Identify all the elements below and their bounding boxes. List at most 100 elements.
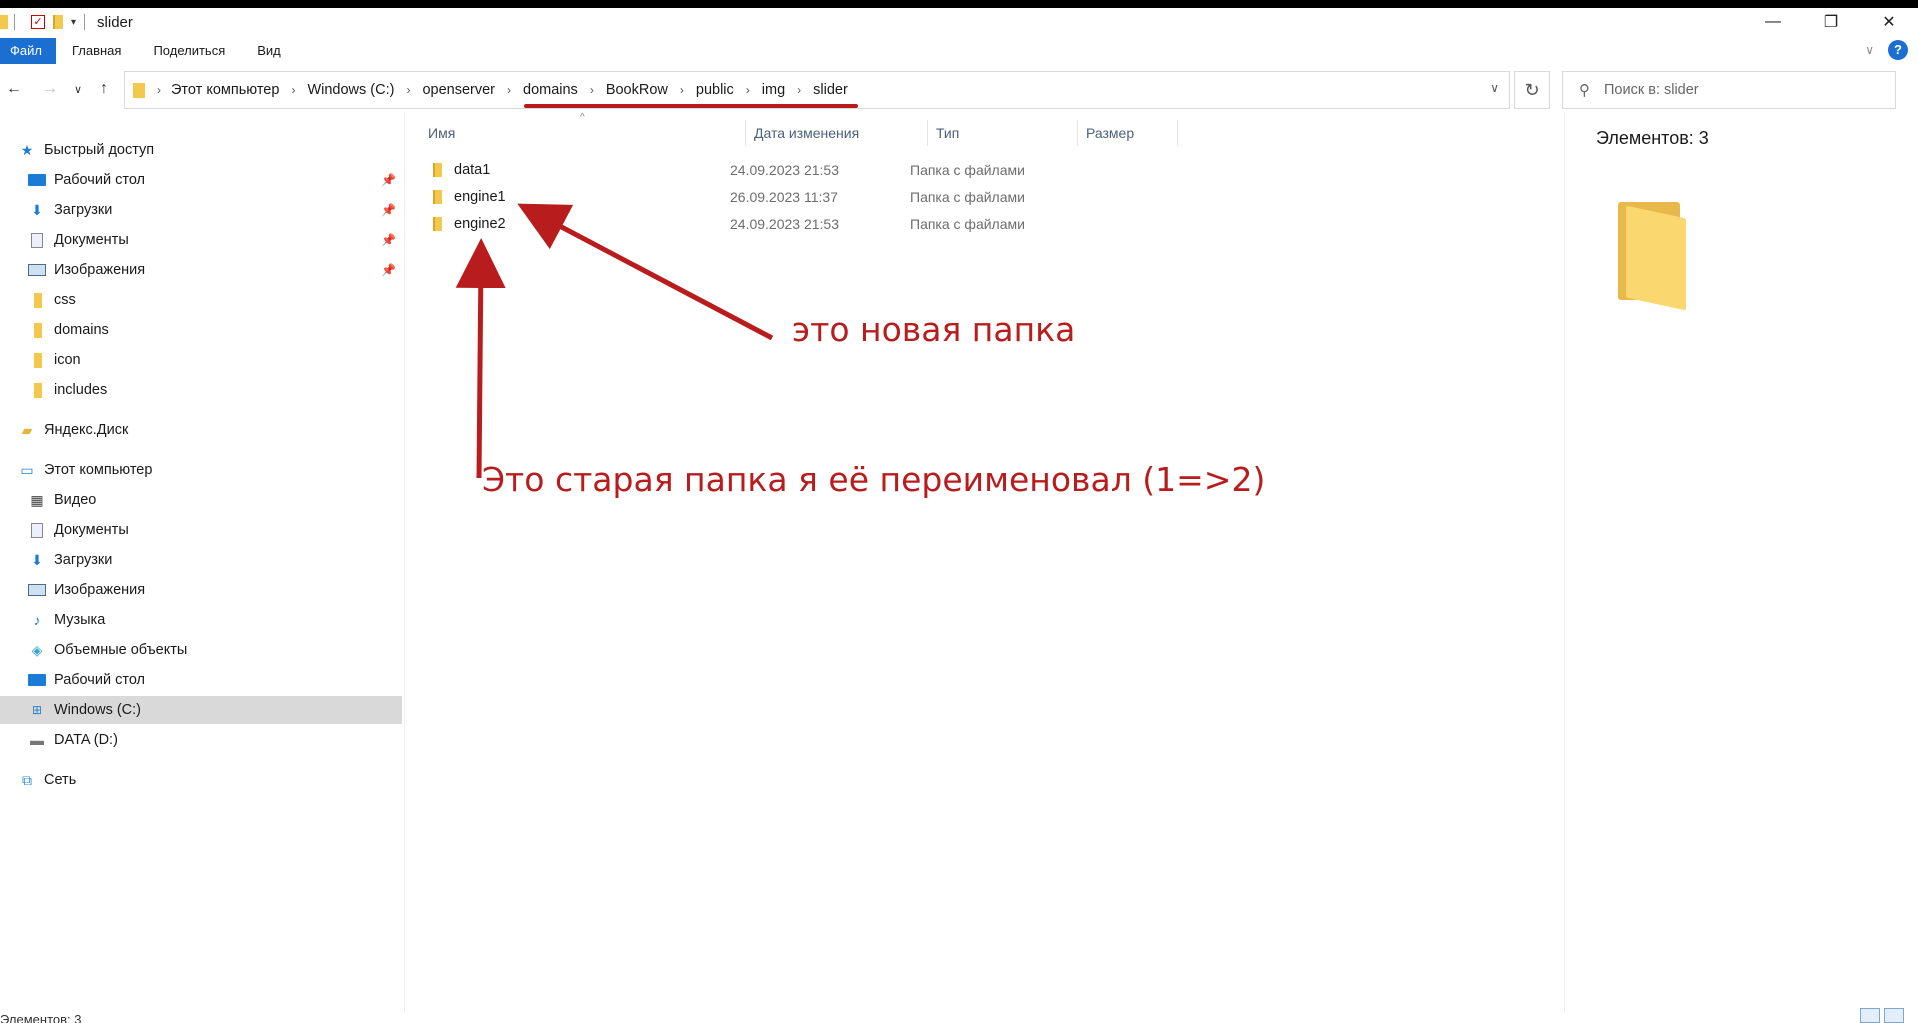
toolbar-divider (84, 14, 86, 30)
up-arrow-icon[interactable]: ↑ (100, 80, 108, 98)
sidebar-item-pictures[interactable]: Изображения 📌 (0, 256, 402, 284)
sidebar-item-pc-documents[interactable]: Документы (0, 516, 402, 544)
column-header-label: Размер (1086, 125, 1135, 141)
details-view-icon[interactable] (1860, 1008, 1880, 1023)
sidebar-item-label: Объемные объекты (54, 642, 188, 658)
tab-view[interactable]: Вид (241, 38, 297, 64)
breadcrumb-item[interactable]: openserver (422, 82, 495, 98)
pin-icon[interactable]: 📌 (381, 233, 396, 247)
sidebar-item-label: Рабочий стол (54, 172, 146, 188)
chevron-right-icon[interactable]: › (157, 83, 161, 97)
search-input[interactable] (1604, 82, 1864, 98)
pin-icon[interactable]: 📌 (381, 203, 396, 217)
yandex-disk-icon: ▰ (21, 421, 33, 438)
column-header-name[interactable]: Имя (428, 120, 746, 146)
sidebar-item-videos[interactable]: ▦ Видео (0, 486, 402, 514)
column-header-date[interactable]: Дата изменения (746, 120, 928, 146)
breadcrumb-item[interactable]: domains (523, 82, 578, 98)
breadcrumb: › Этот компьютер › Windows (C:) › opense… (153, 82, 848, 98)
column-divider[interactable] (1177, 120, 1178, 146)
details-pane-divider[interactable] (1564, 112, 1565, 1012)
large-icons-view-icon[interactable] (1884, 1008, 1904, 1023)
file-date: 24.09.2023 21:53 (730, 216, 839, 232)
breadcrumb-item[interactable]: Windows (C:) (307, 82, 394, 98)
sidebar-item-this-pc[interactable]: ▭ Этот компьютер (0, 456, 402, 484)
forward-arrow-icon[interactable]: → (42, 80, 58, 98)
help-button[interactable]: ? (1888, 40, 1908, 60)
file-type: Папка с файлами (910, 189, 1025, 205)
column-header-type[interactable]: Тип (928, 120, 1078, 146)
annotation-old-folder: Это старая папка я её переименовал (1=>2… (482, 460, 1266, 499)
sidebar-item-desktop[interactable]: Рабочий стол 📌 (0, 166, 402, 194)
breadcrumb-item[interactable]: BookRow (606, 82, 668, 98)
address-history-chevron-icon[interactable]: ∨ (1490, 81, 1499, 95)
sidebar-item-domains[interactable]: domains (0, 316, 402, 344)
breadcrumb-item[interactable]: slider (813, 82, 848, 98)
sidebar-item-label: Видео (54, 492, 97, 508)
sidebar-item-icon[interactable]: icon (0, 346, 402, 374)
breadcrumb-item[interactable]: public (696, 82, 734, 98)
sidebar-item-quick-access[interactable]: ★ Быстрый доступ (0, 136, 402, 164)
search-icon: ⚲ (1579, 82, 1590, 99)
sidebar-item-label: Windows (C:) (54, 702, 142, 718)
refresh-icon: ↻ (1524, 79, 1540, 100)
file-type: Папка с файлами (910, 216, 1025, 232)
chevron-right-icon[interactable]: › (680, 83, 684, 97)
folder-icon (34, 382, 42, 398)
folder-preview-icon (1618, 202, 1688, 311)
pane-divider[interactable] (404, 112, 405, 1012)
chevron-right-icon[interactable]: › (746, 83, 750, 97)
ribbon-right-controls: ∨ ? (1865, 40, 1908, 60)
recent-locations-chevron-icon[interactable]: ∨ (74, 83, 82, 96)
chevron-right-icon[interactable]: › (507, 83, 511, 97)
sidebar-item-css[interactable]: css (0, 286, 402, 314)
sidebar-item-documents[interactable]: Документы 📌 (0, 226, 402, 254)
chevron-right-icon[interactable]: › (406, 83, 410, 97)
back-arrow-icon[interactable]: ← (6, 80, 22, 98)
search-box[interactable]: ⚲ (1562, 71, 1896, 109)
sidebar-item-pc-pictures[interactable]: Изображения (0, 576, 402, 604)
breadcrumb-item[interactable]: img (762, 82, 785, 98)
file-row[interactable]: engine1 26.09.2023 11:37 Папка с файлами (428, 184, 1025, 210)
sidebar-item-includes[interactable]: includes (0, 376, 402, 404)
folder-icon (34, 352, 42, 368)
sidebar-item-3d-objects[interactable]: ◈ Объемные объекты (0, 636, 402, 664)
tab-home[interactable]: Главная (56, 38, 137, 64)
properties-icon[interactable]: ✓ (31, 15, 45, 29)
chevron-right-icon[interactable]: › (291, 83, 295, 97)
desktop-icon (28, 174, 46, 186)
sidebar-item-windows-c[interactable]: ⊞ Windows (C:) (0, 696, 402, 724)
file-row[interactable]: engine2 24.09.2023 21:53 Папка с файлами (428, 211, 1025, 237)
customize-toolbar-chevron-icon[interactable]: ▾ (71, 17, 76, 28)
sidebar-item-label: Сеть (44, 772, 77, 788)
breadcrumb-item[interactable]: Этот компьютер (171, 82, 279, 98)
file-row[interactable]: data1 24.09.2023 21:53 Папка с файлами (428, 157, 1025, 183)
column-headers: Имя Дата изменения Тип Размер (428, 120, 1178, 146)
film-icon: ▦ (30, 491, 44, 508)
chevron-right-icon[interactable]: › (590, 83, 594, 97)
new-folder-icon[interactable] (53, 15, 63, 29)
chevron-right-icon[interactable]: › (797, 83, 801, 97)
sidebar-item-downloads[interactable]: ⬇ Загрузки 📌 (0, 196, 402, 224)
sidebar-item-data-d[interactable]: ▬ DATA (D:) (0, 726, 402, 754)
restore-button[interactable]: ❐ (1802, 8, 1860, 36)
window-title: slider (97, 13, 133, 31)
view-toggle (1860, 1008, 1904, 1023)
tab-share[interactable]: Поделиться (137, 38, 241, 64)
sidebar-item-pc-downloads[interactable]: ⬇ Загрузки (0, 546, 402, 574)
minimize-button[interactable]: — (1744, 8, 1802, 36)
close-button[interactable]: ✕ (1860, 8, 1918, 36)
sidebar-item-music[interactable]: ♪ Музыка (0, 606, 402, 634)
sidebar-item-network[interactable]: ⧉ Сеть (0, 766, 402, 794)
star-icon: ★ (20, 141, 34, 158)
sidebar-item-label: Документы (54, 232, 129, 248)
sidebar-item-yandex-disk[interactable]: ▰ Яндекс.Диск (0, 416, 402, 444)
expand-ribbon-chevron-icon[interactable]: ∨ (1865, 43, 1874, 57)
pin-icon[interactable]: 📌 (381, 173, 396, 187)
column-header-label: Имя (428, 125, 456, 141)
sidebar-item-pc-desktop[interactable]: Рабочий стол (0, 666, 402, 694)
column-header-size[interactable]: Размер (1078, 120, 1178, 146)
refresh-button[interactable]: ↻ (1514, 71, 1550, 109)
pin-icon[interactable]: 📌 (381, 263, 396, 277)
tab-file[interactable]: Файл (0, 38, 56, 64)
